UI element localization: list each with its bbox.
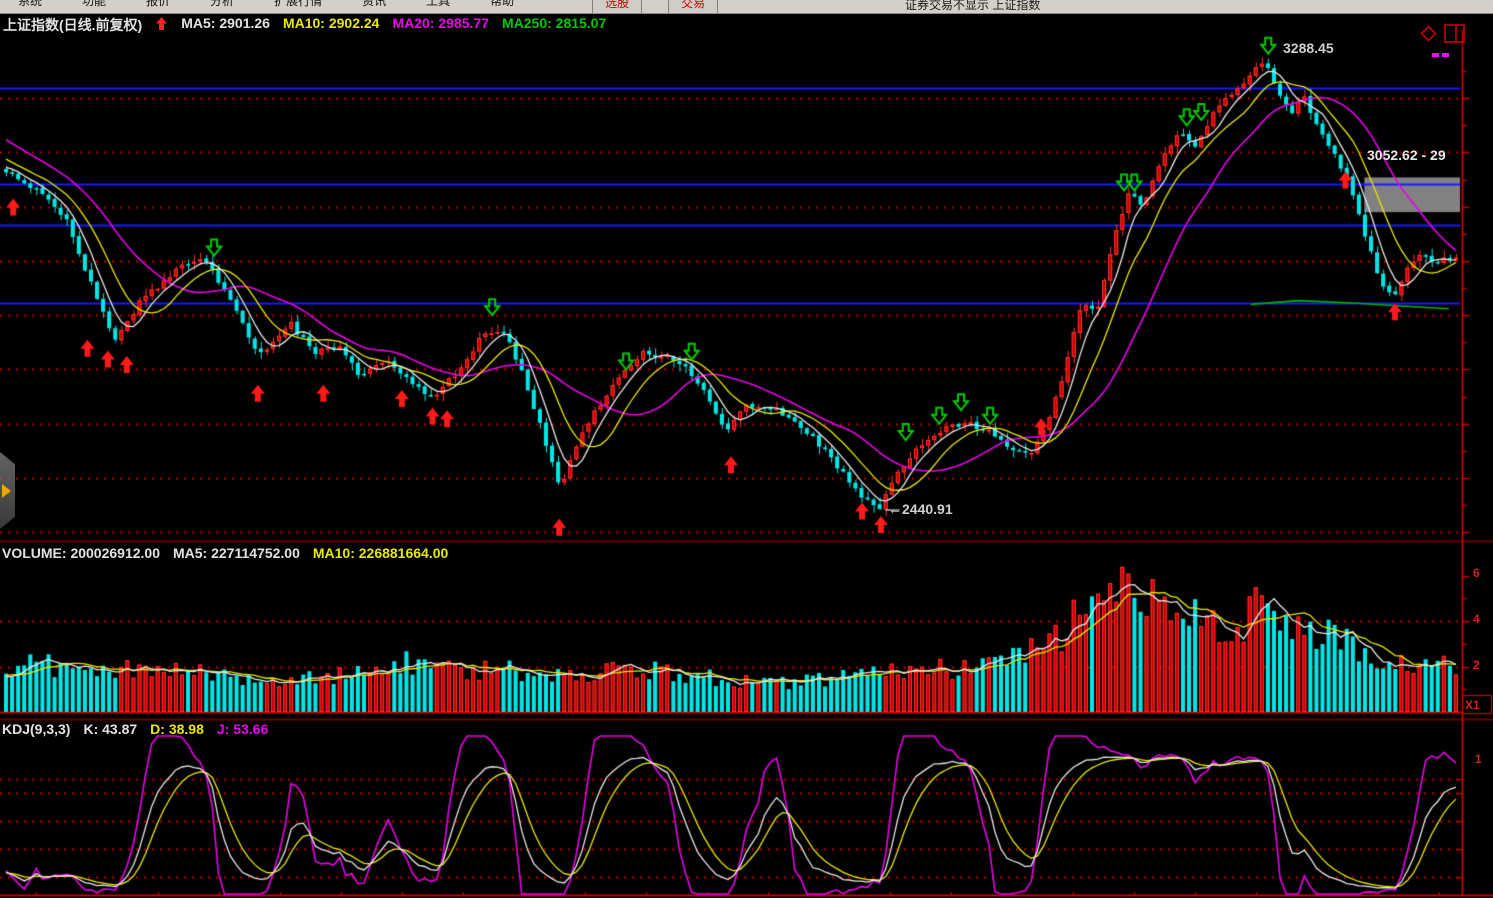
flyout-arrow-icon[interactable] (2, 484, 11, 498)
ma10-value: MA10: 2902.24 (283, 15, 380, 35)
volume-axis-label-6: 6 (1473, 566, 1480, 580)
range-box-label: 3052.62 - 29 (1367, 147, 1446, 163)
chart-canvas[interactable] (0, 0, 1493, 898)
volume-ma10-value: MA10: 226881664.00 (313, 545, 448, 561)
volume-header: VOLUME: 200026912.00 MA5: 227114752.00 M… (2, 545, 448, 561)
up-arrow-icon (155, 16, 168, 35)
trade-button[interactable]: 交易 (668, 0, 718, 14)
volume-unit-label: X1 (1465, 698, 1480, 712)
ma5-value: MA5: 2901.26 (181, 15, 270, 35)
volume-axis-label-4: 4 (1473, 612, 1480, 626)
ma20-value: MA20: 2985.77 (392, 15, 489, 35)
menu-item-tools[interactable]: 工具 (426, 0, 450, 11)
status-text: 证券交易不显示 上证指数 (905, 0, 1040, 14)
kdj-header: KDJ(9,3,3) K: 43.87 D: 38.98 J: 53.66 (2, 721, 268, 737)
volume-value: VOLUME: 200026912.00 (2, 545, 160, 561)
menu-item-analysis[interactable]: 分析 (210, 0, 234, 11)
peak-price-label: 3288.45 (1283, 40, 1334, 56)
diamond-icon[interactable] (1420, 25, 1437, 47)
volume-ma5-value: MA5: 227114752.00 (173, 545, 300, 561)
menu-item-system[interactable]: 系统 (18, 0, 42, 11)
kdj-j-value: J: 53.66 (217, 721, 268, 737)
kdj-params: KDJ(9,3,3) (2, 721, 70, 737)
kdj-d-value: D: 38.98 (150, 721, 204, 737)
kdj-k-value: K: 43.87 (83, 721, 137, 737)
magenta-dashes-icon (1432, 53, 1449, 57)
ma250-value: MA250: 2815.07 (502, 15, 606, 35)
tiled-windows-icon[interactable] (1444, 24, 1465, 48)
menu-item-help[interactable]: 帮助 (490, 0, 514, 11)
stock-picker-button[interactable]: 选股 (592, 0, 642, 14)
volume-axis-label-2: 2 (1473, 658, 1480, 672)
low-price-label: ←2440.91 (888, 501, 953, 517)
menu-item-function[interactable]: 功能 (82, 0, 106, 11)
menu-bar: 系统 功能 报价 分析 扩展行情 资讯 工具 帮助 选股 交易 证券交易不显示 … (0, 0, 1493, 14)
menu-item-news[interactable]: 资讯 (362, 0, 386, 11)
trading-app-window: 系统 功能 报价 分析 扩展行情 资讯 工具 帮助 选股 交易 证券交易不显示 … (0, 0, 1493, 898)
chart-title: 上证指数(日线.前复权) (3, 15, 142, 35)
kdj-axis-label: 1 (1475, 752, 1482, 766)
menu-item-extended-quotes[interactable]: 扩展行情 (274, 0, 322, 11)
main-chart-header: 上证指数(日线.前复权) MA5: 2901.26 MA10: 2902.24 … (3, 15, 606, 35)
menu-item-quotes[interactable]: 报价 (146, 0, 170, 11)
